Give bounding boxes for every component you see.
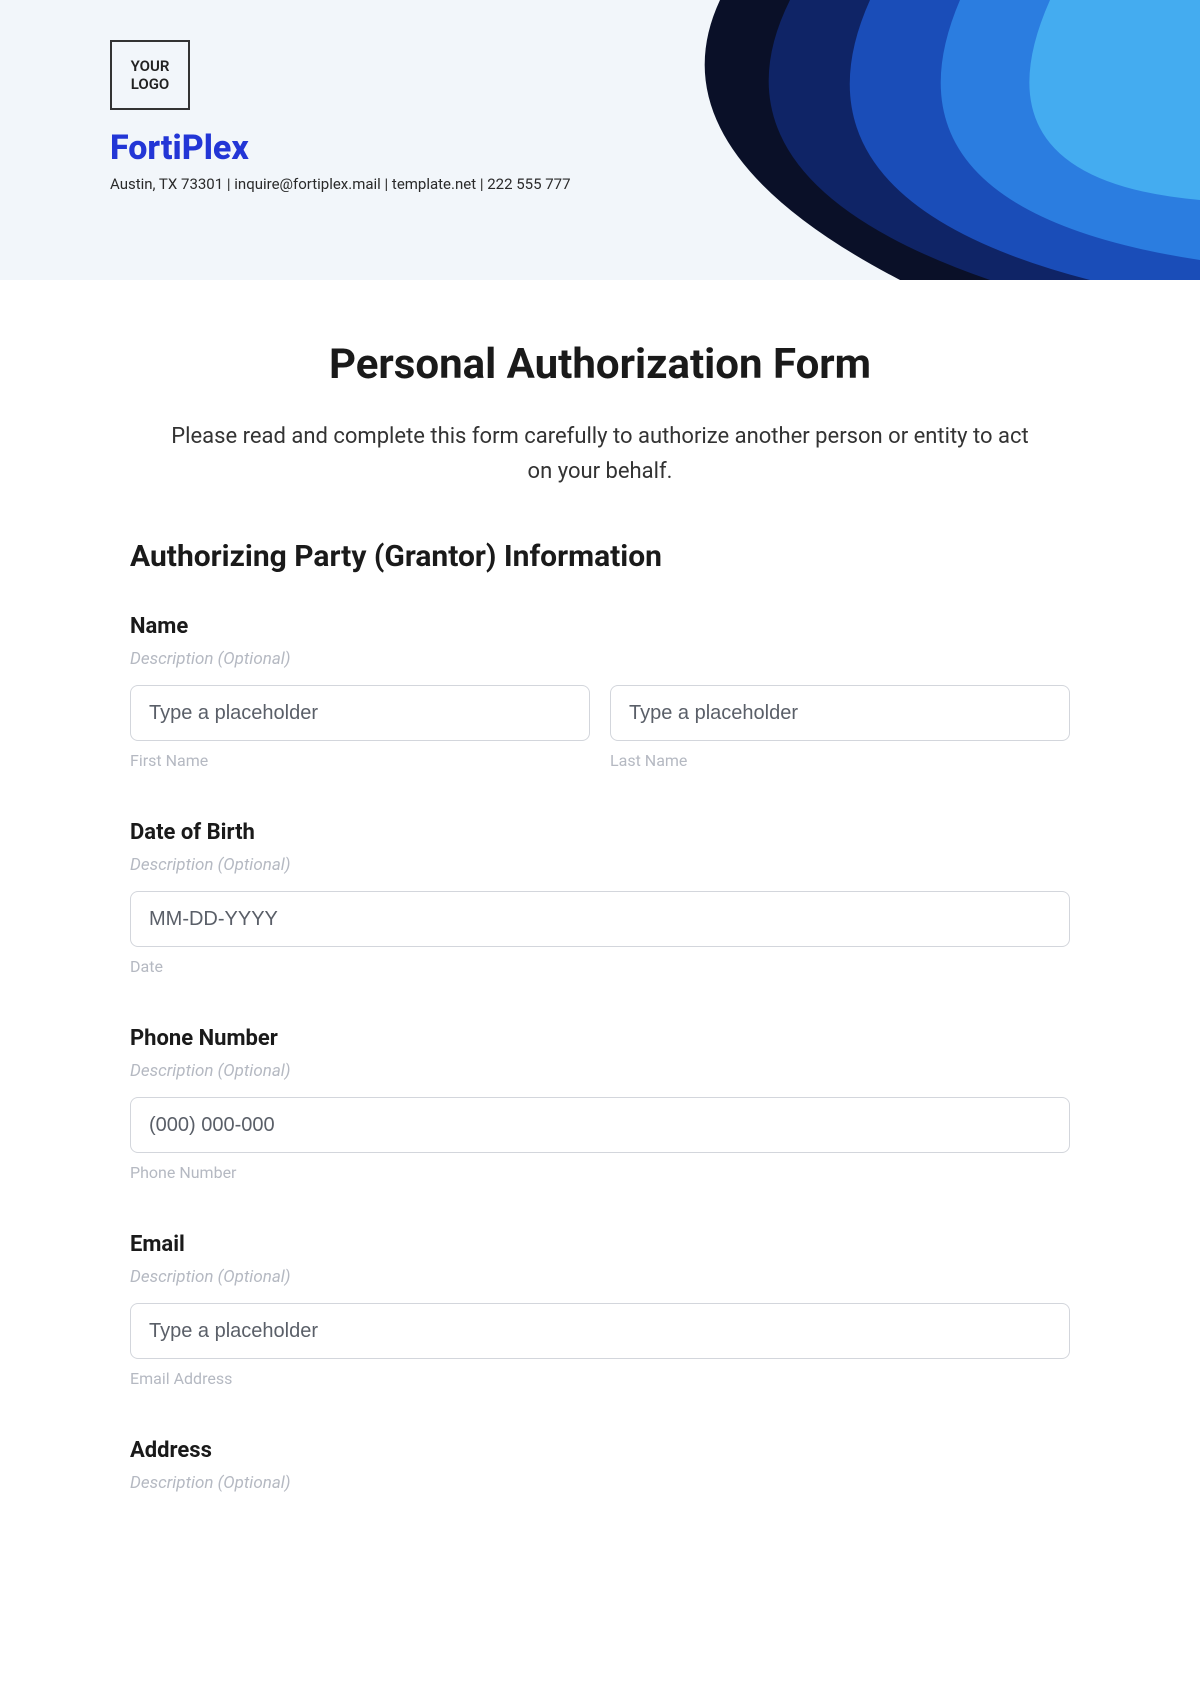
field-group-phone: Phone Number Description (Optional) Phon… bbox=[130, 1026, 1070, 1182]
name-input-row: First Name Last Name bbox=[130, 685, 1070, 770]
company-contact-line: Austin, TX 73301 | inquire@fortiplex.mai… bbox=[110, 175, 571, 193]
field-desc-dob: Description (Optional) bbox=[130, 855, 1070, 875]
email-wrap: Email Address bbox=[130, 1303, 1070, 1388]
field-desc-email: Description (Optional) bbox=[130, 1267, 1070, 1287]
form-container: Personal Authorization Form Please read … bbox=[0, 280, 1200, 1493]
header-swirl-graphic bbox=[350, 0, 1200, 280]
field-desc-name: Description (Optional) bbox=[130, 649, 1070, 669]
logo-text: YOUR LOGO bbox=[112, 57, 188, 93]
field-label-phone: Phone Number bbox=[130, 1026, 1070, 1051]
field-group-name: Name Description (Optional) First Name L… bbox=[130, 614, 1070, 770]
phone-wrap: Phone Number bbox=[130, 1097, 1070, 1182]
form-instruction: Please read and complete this form caref… bbox=[130, 419, 1070, 489]
field-group-email: Email Description (Optional) Email Addre… bbox=[130, 1232, 1070, 1388]
first-name-input[interactable] bbox=[130, 685, 590, 741]
last-name-input[interactable] bbox=[610, 685, 1070, 741]
field-label-email: Email bbox=[130, 1232, 1070, 1257]
field-label-name: Name bbox=[130, 614, 1070, 639]
form-title: Personal Authorization Form bbox=[130, 340, 1070, 389]
email-input[interactable] bbox=[130, 1303, 1070, 1359]
field-group-dob: Date of Birth Description (Optional) Dat… bbox=[130, 820, 1070, 976]
phone-sublabel: Phone Number bbox=[130, 1163, 1070, 1182]
phone-input[interactable] bbox=[130, 1097, 1070, 1153]
section-heading-grantor: Authorizing Party (Grantor) Information bbox=[130, 539, 1070, 574]
dob-input-row: Date bbox=[130, 891, 1070, 976]
dob-wrap: Date bbox=[130, 891, 1070, 976]
field-label-address: Address bbox=[130, 1438, 1070, 1463]
field-desc-address: Description (Optional) bbox=[130, 1473, 1070, 1493]
header-banner: YOUR LOGO FortiPlex Austin, TX 73301 | i… bbox=[0, 0, 1200, 280]
field-group-address: Address Description (Optional) bbox=[130, 1438, 1070, 1493]
email-sublabel: Email Address bbox=[130, 1369, 1070, 1388]
field-label-dob: Date of Birth bbox=[130, 820, 1070, 845]
field-desc-phone: Description (Optional) bbox=[130, 1061, 1070, 1081]
logo-placeholder: YOUR LOGO bbox=[110, 40, 190, 110]
email-input-row: Email Address bbox=[130, 1303, 1070, 1388]
last-name-wrap: Last Name bbox=[610, 685, 1070, 770]
first-name-wrap: First Name bbox=[130, 685, 590, 770]
company-name: FortiPlex bbox=[110, 128, 249, 168]
dob-sublabel: Date bbox=[130, 957, 1070, 976]
dob-input[interactable] bbox=[130, 891, 1070, 947]
last-name-sublabel: Last Name bbox=[610, 751, 1070, 770]
phone-input-row: Phone Number bbox=[130, 1097, 1070, 1182]
first-name-sublabel: First Name bbox=[130, 751, 590, 770]
